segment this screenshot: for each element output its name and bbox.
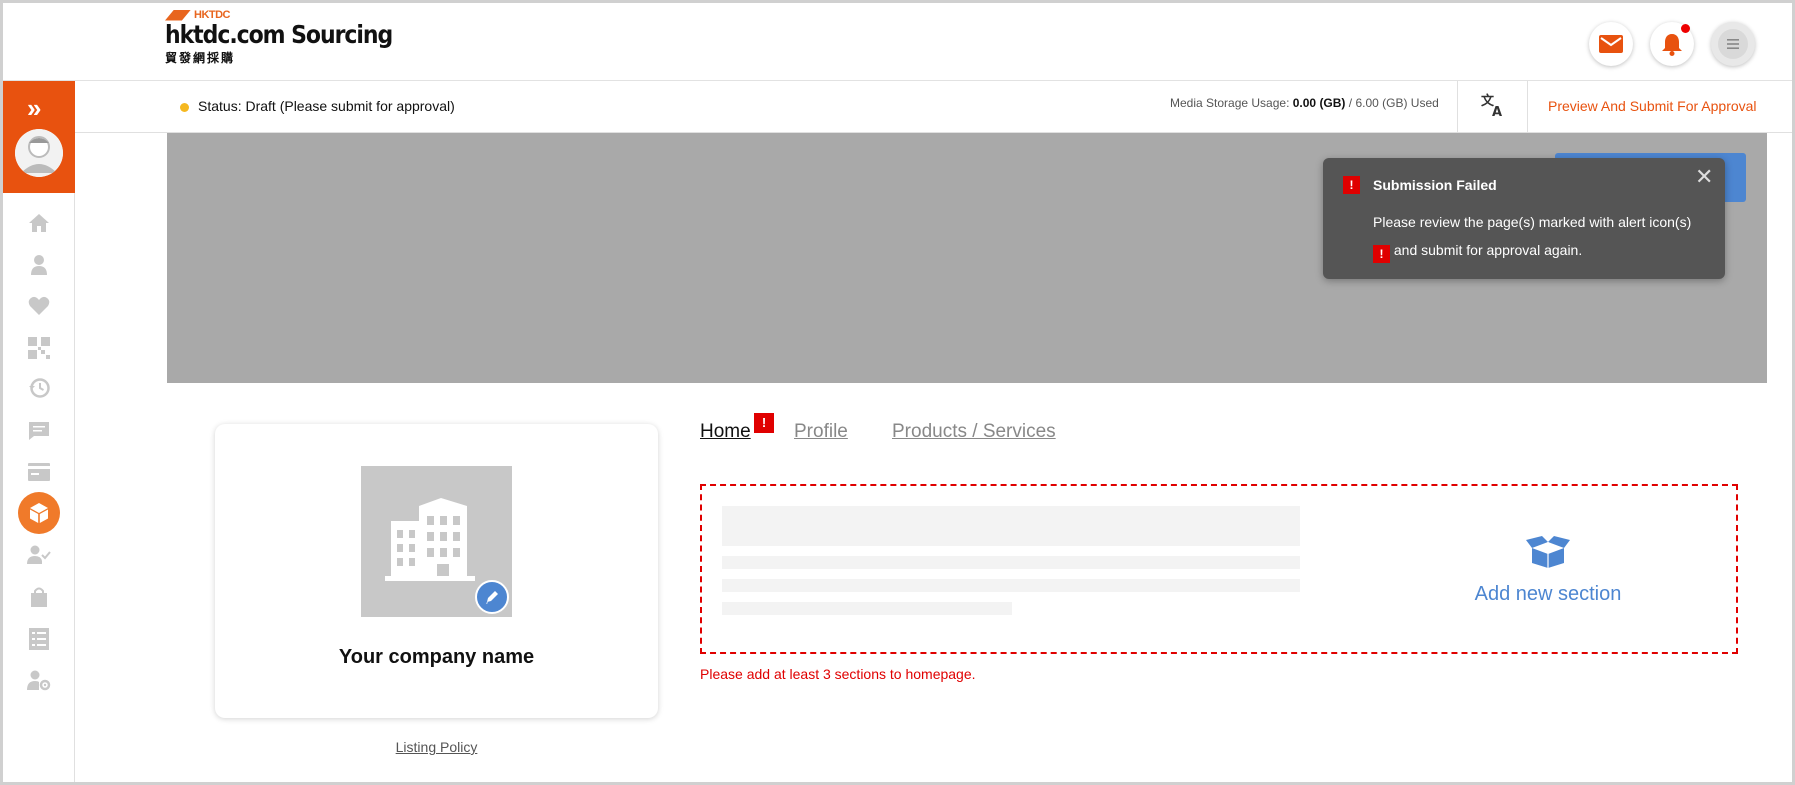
- sidebar-item-profile[interactable]: [25, 251, 53, 279]
- bag-icon: [31, 587, 47, 607]
- divider: [1457, 81, 1458, 133]
- skeleton-line: [722, 602, 1012, 615]
- pencil-icon: [486, 591, 498, 604]
- home-alert-icon: !: [754, 413, 774, 433]
- sidebar-item-verified-users[interactable]: [25, 541, 53, 569]
- divider: [1527, 81, 1528, 133]
- storage-total: / 6.00 (GB) Used: [1348, 96, 1439, 110]
- hktdc-mark-icon: [165, 9, 191, 21]
- sidebar-item-shop[interactable]: [25, 583, 53, 611]
- translate-icon: 文 A: [1481, 93, 1502, 120]
- sidebar-header: »: [3, 81, 75, 193]
- status-indicator-dot: [180, 103, 189, 112]
- qr-code-icon: [28, 337, 50, 359]
- preview-submit-link[interactable]: Preview And Submit For Approval: [1548, 98, 1757, 114]
- notification-dot: [1681, 24, 1690, 33]
- edit-logo-button[interactable]: [475, 580, 509, 614]
- mail-icon: [1599, 35, 1623, 53]
- sidebar-item-messages[interactable]: [25, 417, 53, 445]
- sidebar-item-cards[interactable]: [25, 458, 53, 486]
- sidebar-item-favorites[interactable]: [25, 292, 53, 320]
- menu-icon: [1718, 29, 1748, 59]
- user-settings-icon: [27, 670, 51, 691]
- mail-button[interactable]: [1589, 22, 1633, 66]
- add-new-section-label[interactable]: Add new section: [1433, 583, 1663, 606]
- company-logo-placeholder[interactable]: [361, 466, 512, 617]
- notification-button[interactable]: [1650, 22, 1694, 66]
- avatar[interactable]: [15, 129, 63, 177]
- media-storage-usage: Media Storage Usage: 0.00 (GB) / 6.00 (G…: [1170, 96, 1439, 110]
- bell-icon: [1662, 34, 1682, 56]
- status-bar: Status: Draft (Please submit for approva…: [75, 81, 1792, 133]
- hktdc-logo[interactable]: HKTDC hktdc.com Sourcing 貿發網採購: [165, 9, 423, 66]
- sidebar-item-history[interactable]: [25, 374, 53, 402]
- package-icon: [30, 503, 48, 523]
- list-icon: [29, 628, 49, 650]
- user-icon: [31, 255, 47, 275]
- history-icon: [29, 378, 50, 398]
- add-new-section-button[interactable]: Add new section: [1433, 536, 1663, 606]
- card-icon: [28, 463, 50, 481]
- company-card: Your company name: [215, 424, 658, 718]
- page-frame: HKTDC hktdc.com Sourcing 貿發網採購 » Status:…: [0, 0, 1795, 785]
- sections-error-message: Please add at least 3 sections to homepa…: [700, 666, 976, 682]
- svg-text:A: A: [1492, 105, 1502, 118]
- toast-title: Submission Failed: [1373, 177, 1497, 193]
- listing-policy-link[interactable]: Listing Policy: [215, 739, 658, 755]
- skeleton-block: [722, 506, 1300, 546]
- menu-button[interactable]: [1711, 22, 1755, 66]
- home-icon: [29, 214, 49, 232]
- status-text: Status: Draft (Please submit for approva…: [198, 98, 455, 114]
- inline-alert-icon: !: [1373, 245, 1390, 263]
- translate-button[interactable]: 文 A: [1480, 92, 1508, 120]
- user-check-icon: [27, 545, 51, 564]
- skeleton-line: [722, 579, 1300, 592]
- logo-sub-text: 貿發網採購: [165, 51, 236, 65]
- sidebar-item-list[interactable]: [25, 625, 53, 653]
- submission-failed-toast: ! Submission Failed ✕ Please review the …: [1323, 158, 1725, 279]
- tab-profile[interactable]: Profile: [794, 421, 848, 443]
- heart-icon: [28, 296, 50, 315]
- open-box-icon: [1526, 536, 1570, 568]
- sidebar-item-qr[interactable]: [25, 334, 53, 362]
- expand-sidebar-icon[interactable]: »: [27, 95, 41, 121]
- storage-label: Media Storage Usage:: [1170, 96, 1290, 110]
- toast-message-part1: Please review the page(s) marked with al…: [1373, 214, 1692, 230]
- logo-main-text: hktdc.com Sourcing: [165, 20, 393, 49]
- alert-icon: !: [1343, 176, 1360, 194]
- storage-used: 0.00 (GB): [1292, 96, 1346, 110]
- skeleton-line: [722, 556, 1300, 569]
- toast-message: Please review the page(s) marked with al…: [1373, 208, 1693, 264]
- sidebar-item-package[interactable]: [18, 492, 60, 534]
- tab-home[interactable]: Home: [700, 421, 751, 443]
- left-sidebar: »: [3, 81, 75, 782]
- sidebar-item-user-settings[interactable]: [25, 667, 53, 695]
- tab-products-services[interactable]: Products / Services: [892, 421, 1056, 443]
- close-icon[interactable]: ✕: [1695, 166, 1713, 188]
- avatar-icon: [15, 129, 63, 177]
- sidebar-item-home[interactable]: [25, 209, 53, 237]
- message-icon: [29, 422, 49, 440]
- toast-message-part2: and submit for approval again.: [1393, 242, 1583, 258]
- top-header: HKTDC hktdc.com Sourcing 貿發網採購: [3, 3, 1792, 81]
- company-name[interactable]: Your company name: [215, 646, 658, 669]
